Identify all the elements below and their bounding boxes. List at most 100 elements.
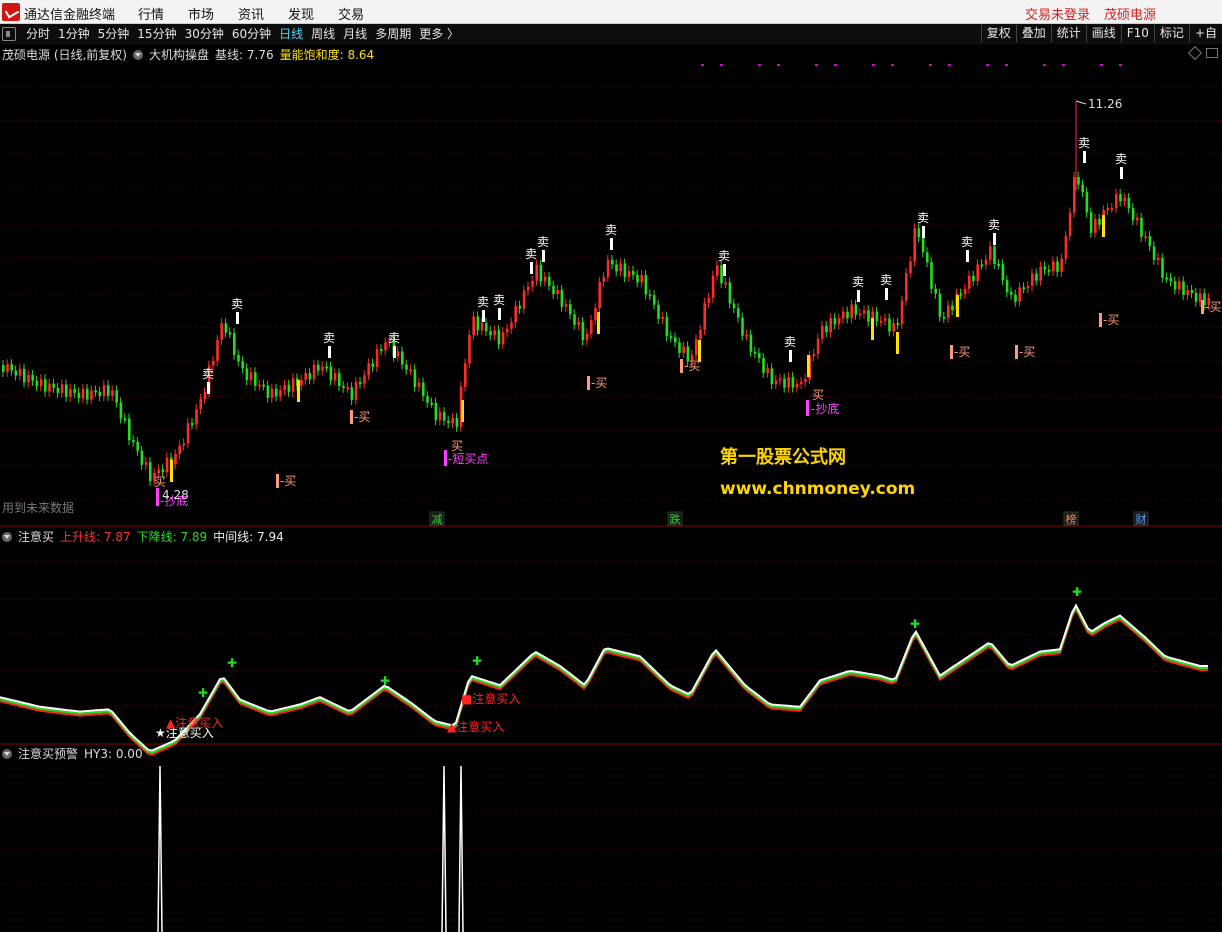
candle-body [1022,287,1026,290]
candle-body [128,418,131,441]
sell-marker [885,288,888,300]
window-icon[interactable] [1206,48,1218,58]
sell-label: 卖 [1078,136,1090,150]
candle-body [732,303,736,309]
candle-body [1131,208,1135,221]
hy3-value: HY3: 0.00 [84,746,143,761]
top-dot [777,64,780,66]
candle-body [724,282,727,285]
candle-body [60,384,64,393]
candle-body [993,246,996,264]
sell-marker [610,238,613,250]
candle-body [1031,273,1034,287]
candle-body [821,325,824,339]
candle-body [10,364,13,371]
candle-body [1123,198,1126,202]
sell-label: 卖 [917,211,929,225]
candle-body [23,368,26,383]
top-dot [1005,64,1008,66]
bottom-marker [806,400,809,416]
kline-chart-canvas[interactable]: 卖卖卖 卖卖 卖卖卖卖卖卖卖 卖卖卖卖卖卖-买-买-买-买-买 -买-买-买买买买-抄底… [0,0,1222,932]
sub1-dropdown-icon[interactable] [2,531,12,542]
candle-body [35,380,39,387]
candle-body [443,412,446,421]
candle-body [1039,266,1042,281]
candle-body [165,457,169,473]
sell-label: 卖 [718,249,730,263]
main-panel-title: 茂硕电源 (日线,前复权) [2,48,127,62]
candle-body [510,322,513,329]
candle-body [825,325,828,333]
warning-spike [441,765,447,932]
candle-body [800,381,803,384]
warning-spike [157,765,163,932]
sell-marker [236,312,239,324]
candle-body [884,318,887,321]
candle-body [905,273,908,301]
future-data-note: 用到未来数据 [2,501,75,515]
candle-body [707,297,711,304]
sell-label: 卖 [537,235,549,249]
candle-body [422,382,425,397]
candle-body [762,358,765,373]
candle-body [661,316,664,319]
event-marker-label: 跌 [670,512,681,526]
top-dot [1100,64,1103,66]
candle-body [212,360,215,366]
candle-body [1085,192,1089,213]
candle-body [938,293,942,317]
highlight-bar [896,332,899,354]
highlight-bar [170,460,173,482]
candle-body [934,288,937,294]
candle-body [359,382,362,385]
indicator-dropdown-icon[interactable] [133,49,143,60]
indicator-lines: ★注意买入▲注意买入 ▲注意买入■注意买入✚✚✚✚✚✚ [0,585,1208,756]
candle-body [77,392,81,399]
buy-label: 买 [451,439,463,453]
candle-body [107,385,110,396]
sell-marker [393,346,396,358]
candle-body [1014,294,1017,302]
sub2-name: 注意买预警 [18,747,79,761]
signal-box-label: ■注意买入 [461,691,520,706]
candle-body [224,323,228,333]
candle-body [401,351,404,365]
candle-body [758,353,761,359]
candle-body [833,318,837,325]
candle-body [909,261,912,274]
candle-body [73,389,76,393]
candle-body [52,383,55,388]
candle-body [888,318,891,332]
candle-body [795,383,799,388]
candle-body [1106,208,1110,211]
candle-body [812,353,816,357]
buy-marker [276,474,279,488]
sub2-dropdown-icon[interactable] [2,748,12,759]
candle-body [262,384,265,387]
candle-body [976,264,979,281]
candle-body [123,418,127,421]
candle-body [665,316,669,337]
candle-body [191,423,194,426]
candle-body [674,337,677,343]
event-marker-label: 减 [432,513,443,526]
candle-body [220,323,223,340]
top-dot [758,64,761,66]
candle-body [90,390,93,400]
highlight-bar [956,295,959,317]
candle-body [451,418,454,424]
event-marker-label: 财 [1136,512,1147,526]
signal-up-label: ▲注意买入 [166,715,223,730]
candle-body [1018,287,1021,302]
candle-body [564,304,568,307]
candle-body [669,336,673,339]
candle-body [321,366,324,371]
signal-up-label: ▲注意买入 [447,719,504,734]
sell-label: 卖 [493,293,505,307]
candle-body [1148,236,1152,247]
candle-body [18,368,22,376]
sell-marker [530,262,533,274]
candle-body [329,366,333,381]
candle-body [921,237,925,253]
candle-body [1001,264,1005,281]
